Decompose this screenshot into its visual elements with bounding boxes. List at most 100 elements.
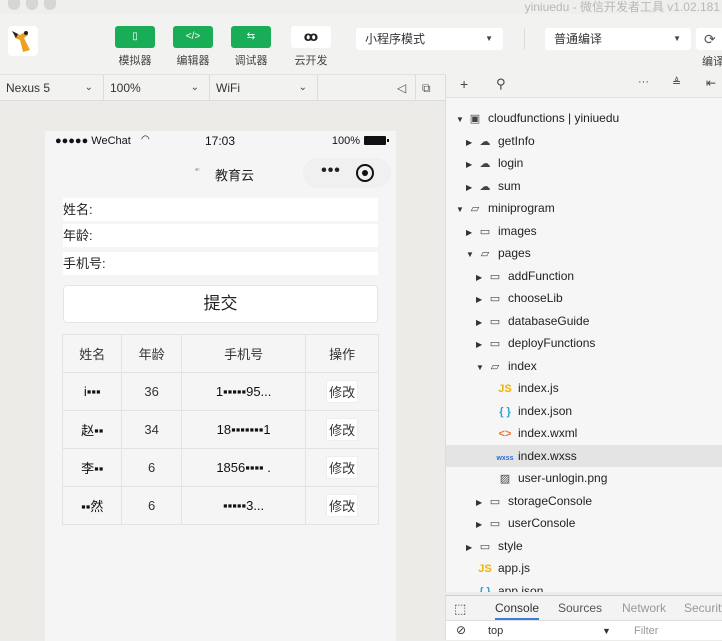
editor-toggle[interactable]: </> 编辑器: [173, 26, 213, 68]
maximize-window-button[interactable]: [44, 0, 56, 10]
app-logo[interactable]: [8, 26, 38, 56]
network-select-value: WiFi: [216, 81, 240, 95]
cloud-icon: ☁: [479, 135, 491, 148]
table-row: ▪▪然 6 ▪▪▪▪▪3... 修改: [61, 486, 379, 525]
tree-folder[interactable]: ▶ ☁ sum: [446, 175, 722, 197]
collapsed-arrow-icon[interactable]: ▶: [466, 222, 476, 244]
cell-age: 6: [121, 486, 182, 525]
json-file-icon: { }: [499, 405, 511, 418]
mode-select-value: 小程序模式: [365, 32, 426, 46]
tree-file[interactable]: <> index.wxml: [446, 422, 722, 444]
file-explorer: ▼ ▣ cloudfunctions | yiniuedu ▶ ☁ getInfo ▶ ☁ lo…: [445, 98, 722, 592]
window-title: yiniuedu - 微信开发者工具 v1.02.181: [524, 0, 720, 14]
phone-field[interactable]: 手机号:: [63, 252, 378, 275]
close-miniprogram-icon[interactable]: [356, 164, 374, 182]
detach-window-icon[interactable]: ⧉: [415, 75, 445, 101]
expanded-arrow-icon[interactable]: ▼: [456, 199, 466, 221]
tree-folder[interactable]: ▶ ☁ getInfo: [446, 130, 722, 152]
collapse-all-icon[interactable]: ≜: [672, 76, 681, 89]
clear-console-icon[interactable]: ⊘: [456, 623, 466, 637]
tree-item-label: getInfo: [498, 133, 535, 148]
mode-select[interactable]: 小程序模式 ▼: [356, 28, 503, 50]
expanded-arrow-icon[interactable]: ▼: [466, 244, 476, 266]
more-options-icon[interactable]: •••: [311, 162, 351, 180]
tree-folder[interactable]: ▼ ▱ miniprogram: [446, 197, 722, 219]
compile-select[interactable]: 普通编译 ▼: [545, 28, 691, 50]
tree-folder[interactable]: ▶ ▭ addFunction: [446, 265, 722, 287]
network-select[interactable]: WiFi ⌄: [210, 75, 318, 101]
tree-folder[interactable]: ▼ ▣ cloudfunctions | yiniuedu: [446, 107, 722, 129]
more-icon[interactable]: ···: [638, 76, 649, 88]
tree-item-label: miniprogram: [488, 201, 555, 215]
phone-label: 手机号:: [63, 256, 106, 271]
caret-down-icon: ▼: [602, 626, 611, 636]
add-file-icon[interactable]: +: [460, 76, 468, 92]
cloud-dev-button[interactable]: ꝏ 云开发: [291, 26, 331, 68]
tree-folder[interactable]: ▶ ▭ chooseLib: [446, 287, 722, 309]
cell-name: 李▪▪: [61, 448, 123, 487]
expanded-arrow-icon[interactable]: ▼: [476, 357, 486, 379]
tree-item-label: cloudfunctions | yiniuedu: [488, 111, 620, 125]
collapsed-arrow-icon[interactable]: ▶: [476, 289, 486, 311]
close-window-button[interactable]: [8, 0, 20, 10]
tree-item-label: style: [498, 538, 523, 553]
tree-folder[interactable]: ▶ ▭ images: [446, 220, 722, 242]
tree-file[interactable]: JS index.js: [446, 377, 722, 399]
edit-button[interactable]: 修改: [326, 380, 359, 403]
tree-item-label: user-unlogin.png: [518, 471, 608, 485]
collapsed-arrow-icon[interactable]: ▶: [466, 132, 476, 154]
tree-file[interactable]: wxss index.wxss: [446, 444, 722, 467]
debugger-label: 调试器: [234, 55, 268, 67]
collapsed-arrow-icon[interactable]: ▶: [476, 334, 486, 356]
tab-security[interactable]: Security: [684, 601, 722, 615]
refresh-icon[interactable]: ⟳: [696, 28, 722, 50]
tree-file[interactable]: { } index.json: [446, 400, 722, 422]
expanded-arrow-icon[interactable]: ▼: [456, 109, 466, 131]
sound-icon[interactable]: ◁: [397, 75, 406, 101]
tree-file[interactable]: { } app.json: [446, 580, 722, 593]
collapsed-arrow-icon[interactable]: ▶: [466, 154, 476, 176]
edit-button[interactable]: 修改: [326, 494, 359, 517]
tree-folder[interactable]: ▶ ▭ userConsole: [446, 512, 722, 534]
collapsed-arrow-icon[interactable]: ▶: [476, 514, 486, 536]
context-select[interactable]: top: [488, 625, 503, 637]
filter-input[interactable]: Filter: [634, 625, 658, 637]
edit-button[interactable]: 修改: [326, 418, 359, 441]
tree-folder[interactable]: ▶ ☁ login: [446, 152, 722, 174]
inspect-element-icon[interactable]: ⬚: [454, 601, 466, 617]
tab-sources[interactable]: Sources: [558, 601, 602, 615]
name-field[interactable]: 姓名:: [63, 198, 378, 221]
tree-file[interactable]: ▨ user-unlogin.png: [446, 467, 722, 489]
tree-folder[interactable]: ▶ ▭ style: [446, 535, 722, 557]
collapsed-arrow-icon[interactable]: ▶: [476, 267, 486, 289]
submit-button[interactable]: 提交: [63, 285, 378, 323]
tree-folder[interactable]: ▼ ▱ index: [446, 355, 722, 377]
folder-icon: ▭: [489, 270, 501, 283]
tree-folder[interactable]: ▼ ▱ pages: [446, 242, 722, 264]
tree-folder[interactable]: ▶ ▭ deployFunctions: [446, 332, 722, 354]
phone-icon: ▯: [115, 26, 155, 48]
collapsed-arrow-icon[interactable]: ▶: [466, 537, 476, 559]
tab-console[interactable]: Console: [495, 601, 540, 620]
caret-down-icon: ▼: [673, 34, 681, 43]
collapsed-arrow-icon[interactable]: ▶: [476, 312, 486, 334]
collapsed-arrow-icon[interactable]: ▶: [476, 492, 486, 514]
tree-file[interactable]: JS app.js: [446, 557, 722, 579]
devtools-tab-bar: ⬚ Console Sources Network Security: [445, 595, 722, 620]
battery-icon: [364, 136, 389, 145]
debugger-toggle[interactable]: ⇆ 调试器: [231, 26, 271, 68]
device-select[interactable]: Nexus 5 ⌄: [0, 75, 104, 101]
tab-network[interactable]: Network: [622, 601, 666, 615]
zoom-select[interactable]: 100% ⌄: [104, 75, 210, 101]
minimize-window-button[interactable]: [26, 0, 38, 10]
cell-phone: 1▪▪▪▪▪95...: [180, 372, 307, 411]
tree-folder[interactable]: ▶ ▭ storageConsole: [446, 490, 722, 512]
tree-folder[interactable]: ▶ ▭ databaseGuide: [446, 310, 722, 332]
name-label: 姓名:: [63, 202, 93, 217]
search-icon[interactable]: ⚲: [496, 76, 506, 92]
edit-button[interactable]: 修改: [326, 456, 359, 479]
collapsed-arrow-icon[interactable]: ▶: [466, 177, 476, 199]
age-field[interactable]: 年龄:: [63, 224, 378, 247]
simulator-toggle[interactable]: ▯ 模拟器: [115, 26, 155, 68]
hide-panel-icon[interactable]: ⇤: [706, 76, 716, 90]
